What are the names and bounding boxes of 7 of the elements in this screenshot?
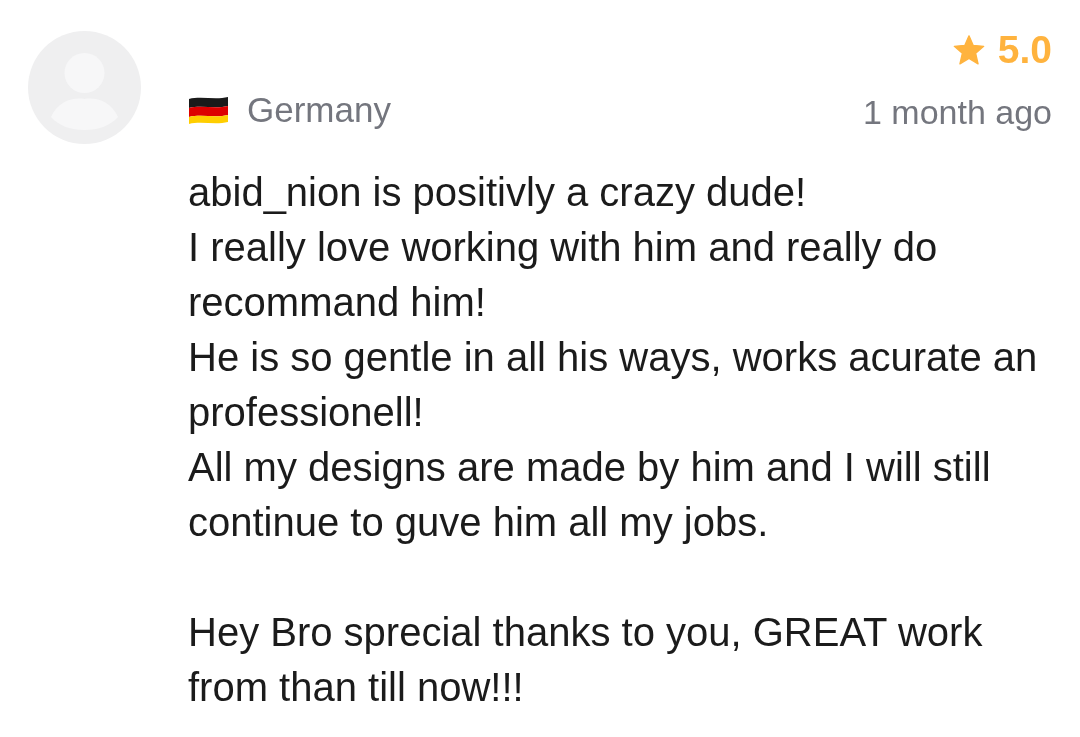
rating-score: 5.0 xyxy=(997,31,1052,69)
review-text: Hey Bro sprecial thanks to you, GREAT work from than till now!!! xyxy=(188,609,984,711)
country-name: Germany xyxy=(247,91,391,129)
star-icon xyxy=(952,34,985,66)
flag-icon xyxy=(188,95,229,125)
review-text: abid_nion is positivly a crazy dude! I really love working with him and really do recommand him! He is so gentle in all his ways, works acurate an professionell! All my designs are made by him and I will still continue to guve him all my jobs. xyxy=(188,169,1039,546)
review-time: 1 month ago xyxy=(862,93,1052,131)
